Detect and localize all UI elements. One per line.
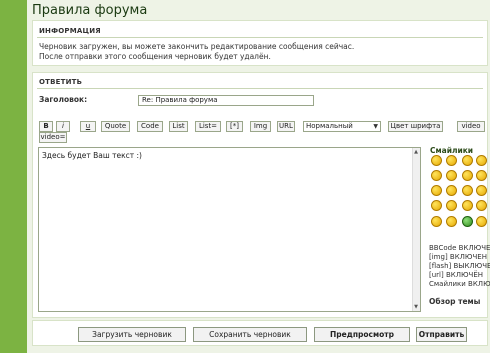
razz-icon[interactable]	[462, 185, 473, 196]
mrgreen-icon[interactable]	[462, 216, 473, 227]
info-message-line-1: Черновик загружен, вы можете закончить р…	[39, 42, 355, 51]
quote-button[interactable]: Quote	[101, 121, 130, 132]
geek-icon[interactable]	[476, 216, 487, 227]
url-button[interactable]: URL	[277, 121, 295, 132]
font-size-select[interactable]: Нормальный ▼	[303, 121, 381, 132]
img-status: [img] ВКЛЮЧЕН	[429, 253, 487, 261]
ordered-list-button[interactable]: List=	[195, 121, 221, 132]
italic-button[interactable]: i	[56, 121, 70, 132]
font-size-value: Нормальный	[306, 122, 353, 130]
mad-icon[interactable]	[446, 185, 457, 196]
smilies-title: Смайлики	[430, 146, 474, 155]
subject-label: Заголовок:	[39, 95, 88, 104]
arrow-icon[interactable]	[431, 216, 442, 227]
scroll-down-icon[interactable]: ▼	[412, 303, 420, 311]
load-draft-button[interactable]: Загрузить черновик	[78, 327, 186, 342]
underline-button[interactable]: u	[80, 121, 96, 132]
subject-input[interactable]: Re: Правила форума	[138, 95, 314, 106]
question-icon[interactable]	[462, 200, 473, 211]
oops-icon[interactable]	[431, 200, 442, 211]
video-button[interactable]: video	[457, 121, 485, 132]
message-textarea[interactable]: Здесь будет Ваш текст :) ▲ ▼	[38, 147, 421, 312]
bbcode-status: BBCode ВКЛЮЧЕН	[429, 244, 490, 252]
topic-overview-link[interactable]: Обзор темы	[429, 297, 480, 306]
cool-icon[interactable]	[476, 170, 487, 181]
wink-icon[interactable]	[446, 155, 457, 166]
exclaim-icon[interactable]	[446, 200, 457, 211]
surprised-icon[interactable]	[431, 170, 442, 181]
laugh-icon[interactable]	[431, 185, 442, 196]
bold-button[interactable]: B	[39, 121, 53, 132]
scroll-up-icon[interactable]: ▲	[412, 148, 420, 156]
font-color-button[interactable]: Цвет шрифта	[388, 121, 443, 132]
url-status: [url] ВКЛЮЧЁН	[429, 271, 484, 279]
info-heading: ИНФОРМАЦИЯ	[39, 27, 101, 35]
submit-button[interactable]: Отправить	[416, 327, 467, 342]
img-button[interactable]: Img	[250, 121, 271, 132]
sad-icon[interactable]	[446, 170, 457, 181]
evil-icon[interactable]	[476, 185, 487, 196]
info-message-line-2: После отправки этого сообщения черновик …	[39, 52, 271, 61]
page-title: Правила форума	[32, 3, 148, 18]
info-box: ИНФОРМАЦИЯ Черновик загружен, вы можете …	[32, 20, 488, 66]
reply-divider	[37, 88, 483, 89]
confused-icon[interactable]	[462, 170, 473, 181]
list-item-button[interactable]: [*]	[226, 121, 243, 132]
info-divider	[37, 37, 483, 38]
message-scrollbar[interactable]	[412, 148, 420, 311]
grin-icon[interactable]	[462, 155, 473, 166]
message-text: Здесь будет Ваш текст :)	[42, 151, 142, 160]
chevron-down-icon: ▼	[373, 123, 378, 130]
reply-box: ОТВЕТИТЬ Заголовок: Re: Правила форума B…	[32, 72, 490, 318]
video-param-button[interactable]: video=	[39, 132, 67, 143]
happy-icon[interactable]	[476, 155, 487, 166]
list-button[interactable]: List	[169, 121, 188, 132]
idea-icon[interactable]	[476, 200, 487, 211]
flash-status: [flash] ВЫКЛЮЧЕН	[429, 262, 490, 270]
action-bar: Загрузить черновик Сохранить черновик Пр…	[32, 320, 488, 346]
reply-heading: ОТВЕТИТЬ	[39, 78, 83, 86]
code-button[interactable]: Code	[137, 121, 163, 132]
smilies-status: Смайлики ВКЛЮЧЕ	[429, 280, 490, 288]
smile-icon[interactable]	[431, 155, 442, 166]
neutral-icon[interactable]	[446, 216, 457, 227]
save-draft-button[interactable]: Сохранить черновик	[193, 327, 307, 342]
preview-button[interactable]: Предпросмотр	[314, 327, 410, 342]
